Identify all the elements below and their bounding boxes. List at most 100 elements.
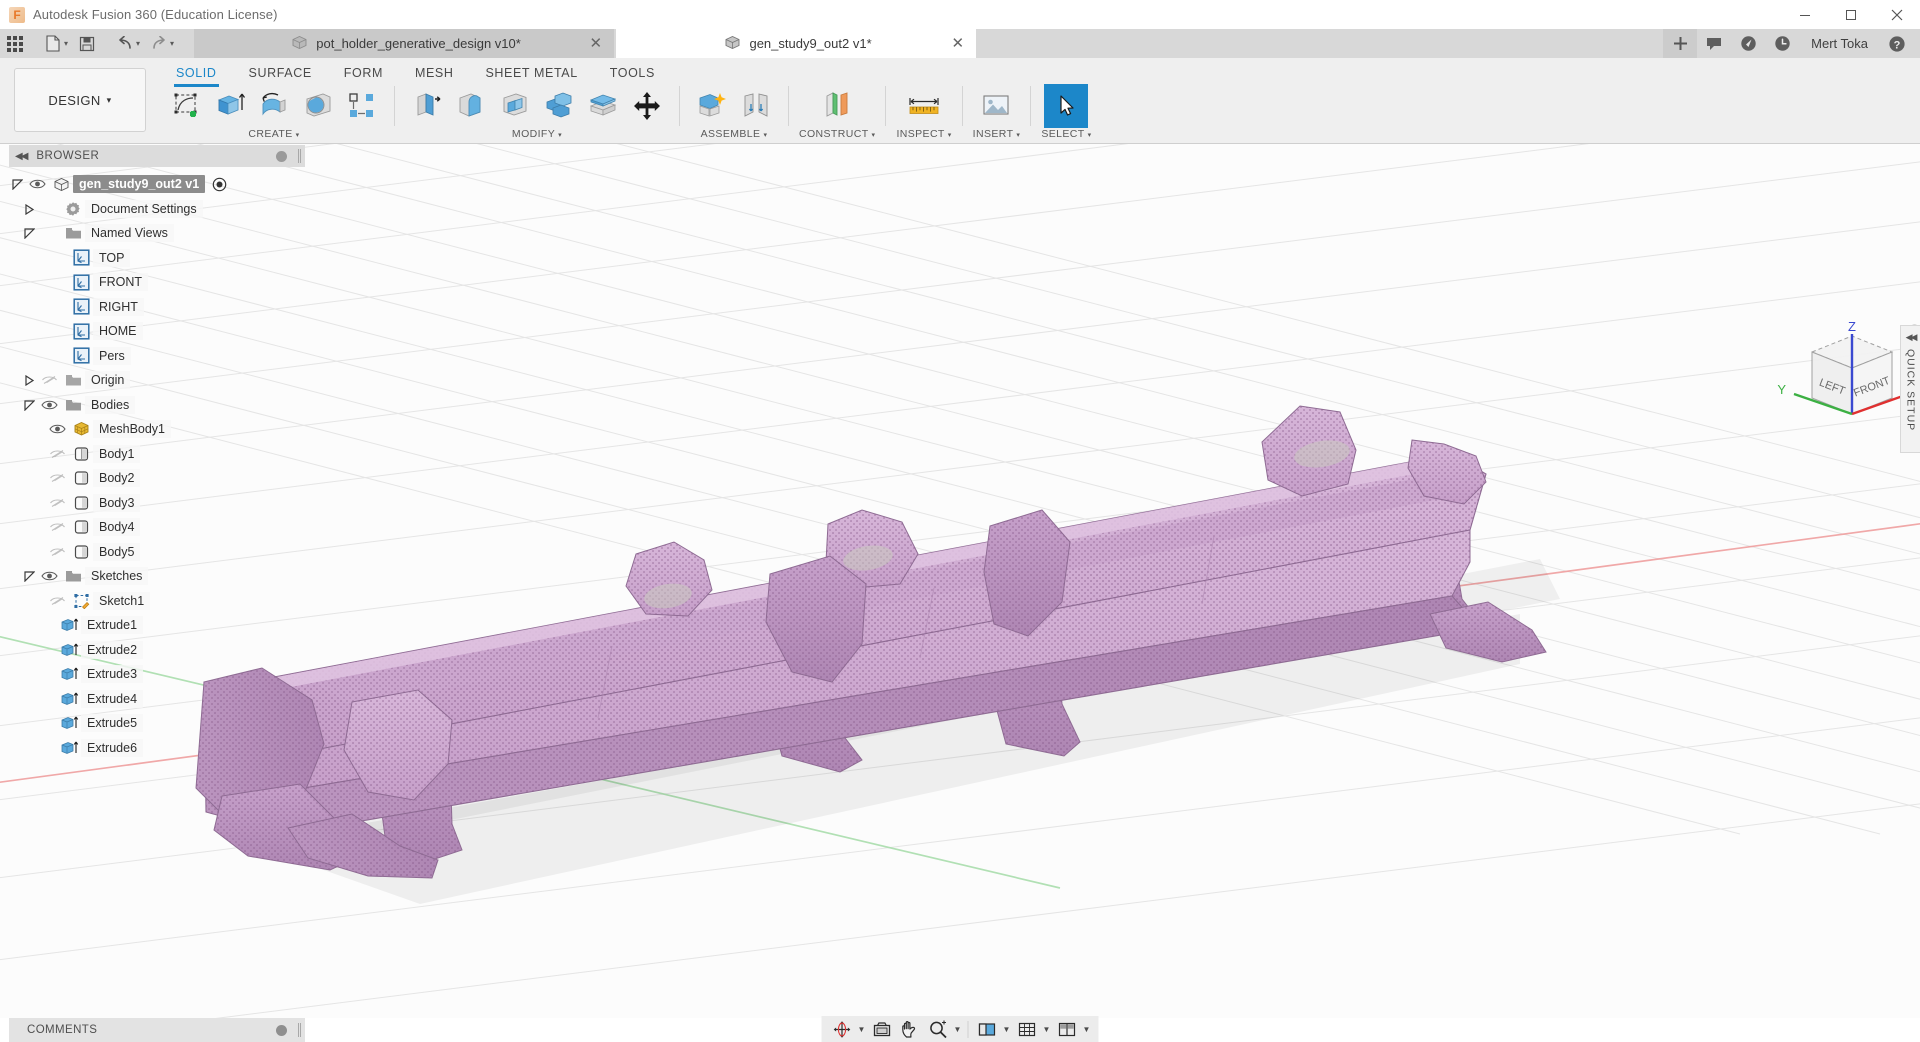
comments-panel[interactable]: COMMENTS — [9, 1018, 305, 1042]
disclosure-closed-icon[interactable] — [21, 373, 37, 387]
visibility-hidden-icon[interactable] — [45, 595, 69, 607]
disclosure-open-icon[interactable] — [9, 177, 25, 191]
visibility-hidden-icon[interactable] — [45, 448, 69, 460]
user-name[interactable]: Mert Toka — [1799, 36, 1880, 51]
insert-canvas-icon[interactable] — [974, 84, 1018, 128]
shell-icon[interactable] — [493, 84, 537, 128]
tree-item-extrude1[interactable]: Extrude1 — [9, 613, 309, 638]
disclosure-open-icon[interactable] — [21, 398, 37, 412]
maximize-button[interactable] — [1828, 0, 1874, 29]
document-tab-0[interactable]: pot_holder_generative_design v10* ✕ — [194, 29, 615, 58]
tree-item-sketches[interactable]: Sketches — [9, 564, 309, 589]
tree-item-extrude4[interactable]: Extrude4 — [9, 687, 309, 712]
document-tab-close-icon[interactable]: ✕ — [589, 36, 602, 51]
ribbon-group-label-modify[interactable]: MODIFY ▾ — [512, 128, 562, 140]
ribbon-group-label-select[interactable]: SELECT ▾ — [1041, 128, 1091, 140]
combine-icon[interactable] — [537, 84, 581, 128]
new-document-caret[interactable]: ▾ — [64, 39, 68, 48]
quick-setup-collapse-icon[interactable]: ◀◀ — [1906, 332, 1918, 343]
new-component-icon[interactable] — [690, 84, 734, 128]
visibility-hidden-icon[interactable] — [37, 374, 61, 386]
collapse-left-icon[interactable]: ◀◀ — [15, 151, 28, 162]
tree-item-view-home[interactable]: HOME — [9, 319, 309, 344]
tree-item-extrude6[interactable]: Extrude6 — [9, 736, 309, 761]
press-pull-icon[interactable] — [405, 84, 449, 128]
extrude-icon[interactable] — [208, 84, 252, 128]
ribbon-group-label-construct[interactable]: CONSTRUCT ▾ — [799, 128, 875, 140]
tree-item-view-pers[interactable]: Pers — [9, 344, 309, 369]
ribbon-group-label-assemble[interactable]: ASSEMBLE ▾ — [701, 128, 768, 140]
ribbon-group-label-insert[interactable]: INSERT ▾ — [973, 128, 1021, 140]
move-copy-icon[interactable] — [625, 84, 669, 128]
revolve-icon[interactable] — [252, 84, 296, 128]
tree-item-body1[interactable]: Body1 — [9, 442, 309, 467]
app-grid-icon[interactable] — [0, 31, 30, 57]
tree-item-view-front[interactable]: FRONT — [9, 270, 309, 295]
fillet-icon[interactable] — [449, 84, 493, 128]
tab-tools[interactable]: TOOLS — [594, 60, 671, 87]
tab-mesh[interactable]: MESH — [399, 60, 470, 87]
visibility-eye-icon[interactable] — [45, 423, 69, 435]
zoom-icon[interactable] — [924, 1016, 952, 1042]
tree-item-body5[interactable]: Body5 — [9, 540, 309, 565]
tree-item-body4[interactable]: Body4 — [9, 515, 309, 540]
measure-icon[interactable] — [902, 84, 946, 128]
tab-solid[interactable]: SOLID — [160, 60, 233, 87]
visibility-hidden-icon[interactable] — [45, 521, 69, 533]
offset-face-icon[interactable] — [581, 84, 625, 128]
visibility-hidden-icon[interactable] — [45, 546, 69, 558]
comment-icon[interactable] — [1697, 29, 1731, 58]
comments-menu-dot[interactable] — [276, 1024, 287, 1036]
hole-icon[interactable] — [296, 84, 340, 128]
tree-item-document-settings[interactable]: Document Settings — [9, 197, 309, 222]
display-settings-icon[interactable] — [973, 1016, 1001, 1042]
visibility-eye-icon[interactable] — [37, 570, 61, 582]
tab-sheet-metal[interactable]: SHEET METAL — [469, 60, 593, 87]
orbit-icon[interactable] — [828, 1016, 856, 1042]
activate-component-radio[interactable] — [212, 177, 227, 192]
disclosure-closed-icon[interactable] — [21, 202, 37, 216]
help-icon[interactable]: ? — [1880, 29, 1914, 58]
quick-setup-panel[interactable]: ◀◀ QUICK SETUP — [1900, 325, 1920, 453]
disclosure-open-icon[interactable] — [21, 569, 37, 583]
visibility-hidden-icon[interactable] — [45, 497, 69, 509]
tree-item-extrude2[interactable]: Extrude2 — [9, 638, 309, 663]
document-tab-close-icon[interactable]: ✕ — [951, 36, 964, 51]
ribbon-group-label-create[interactable]: CREATE ▾ — [248, 128, 299, 140]
save-icon[interactable] — [72, 31, 102, 57]
visibility-hidden-icon[interactable] — [45, 472, 69, 484]
tree-item-extrude5[interactable]: Extrude5 — [9, 711, 309, 736]
visibility-eye-icon[interactable] — [25, 178, 49, 190]
tree-item-body2[interactable]: Body2 — [9, 466, 309, 491]
minimize-button[interactable] — [1782, 0, 1828, 29]
clock-history-icon[interactable] — [1765, 29, 1799, 58]
tree-item-meshbody1[interactable]: MeshBody1 — [9, 417, 309, 442]
tree-item-extrude3[interactable]: Extrude3 — [9, 662, 309, 687]
document-tab-1[interactable]: gen_study9_out2 v1* ✕ — [616, 29, 977, 58]
undo-caret[interactable]: ▾ — [136, 39, 140, 48]
disclosure-open-icon[interactable] — [21, 226, 37, 240]
close-button[interactable] — [1874, 0, 1920, 29]
pattern-icon[interactable] — [340, 84, 384, 128]
tree-item-body3[interactable]: Body3 — [9, 491, 309, 516]
pan-icon[interactable] — [896, 1016, 924, 1042]
create-sketch-icon[interactable] — [164, 84, 208, 128]
comments-grip[interactable] — [298, 1023, 301, 1037]
tree-item-origin[interactable]: Origin — [9, 368, 309, 393]
tree-item-root[interactable]: gen_study9_out2 v1 — [9, 172, 309, 197]
zoom-caret-icon[interactable]: ▼ — [952, 1025, 964, 1034]
tree-item-view-right[interactable]: RIGHT — [9, 295, 309, 320]
orbit-caret-icon[interactable]: ▼ — [856, 1025, 868, 1034]
tab-form[interactable]: FORM — [328, 60, 399, 87]
redo-caret[interactable]: ▾ — [170, 39, 174, 48]
look-at-icon[interactable] — [868, 1016, 896, 1042]
workspace-selector[interactable]: DESIGN ▾ — [14, 68, 146, 132]
display-settings-caret-icon[interactable]: ▼ — [1001, 1025, 1013, 1034]
visibility-eye-icon[interactable] — [37, 399, 61, 411]
select-cursor-icon[interactable] — [1044, 84, 1089, 128]
tree-item-sketch1[interactable]: Sketch1 — [9, 589, 309, 614]
tree-item-named-views[interactable]: Named Views — [9, 221, 309, 246]
ribbon-group-label-inspect[interactable]: INSPECT ▾ — [896, 128, 951, 140]
tree-item-view-top[interactable]: TOP — [9, 246, 309, 271]
notification-icon[interactable] — [1731, 29, 1765, 58]
